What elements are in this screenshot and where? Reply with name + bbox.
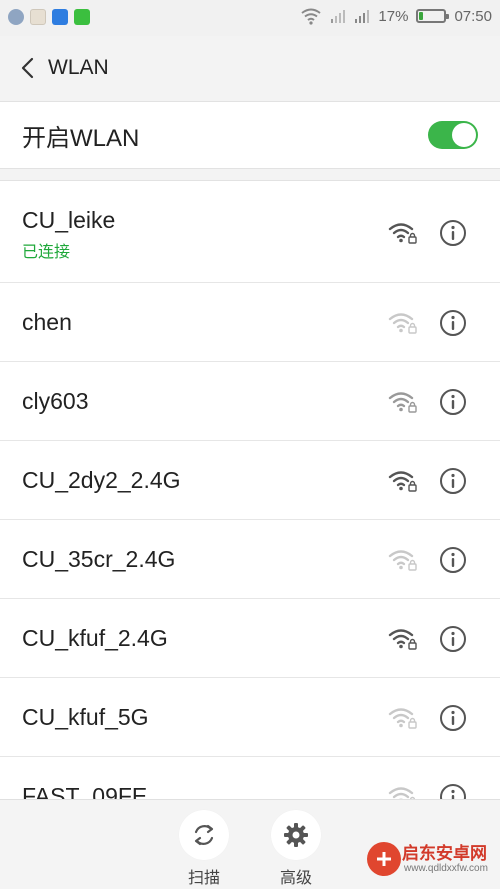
info-icon[interactable] — [439, 546, 467, 574]
network-name: CU_kfuf_5G — [22, 703, 149, 730]
notification-app-icon — [8, 9, 24, 25]
wifi-locked-signal-icon — [388, 786, 416, 800]
network-row[interactable]: CU_kfuf_2.4G — [0, 599, 500, 678]
advanced-button-label: 高级 — [279, 870, 312, 887]
back-button[interactable] — [14, 54, 42, 82]
network-name: CU_leike — [22, 207, 116, 233]
network-name: FAST_09FE — [22, 782, 148, 801]
page-title: WLAN — [48, 56, 109, 79]
title-bar: WLAN — [0, 36, 500, 100]
network-name: CU_2dy2_2.4G — [22, 466, 181, 493]
network-row[interactable]: CU_kfuf_5G — [0, 678, 500, 757]
wechat-icon — [74, 9, 90, 25]
network-status: 已连接 — [22, 244, 71, 261]
wifi-locked-signal-icon — [388, 223, 417, 244]
info-icon[interactable] — [439, 704, 467, 732]
watermark-logo-icon — [367, 842, 401, 876]
notification-icons — [8, 9, 90, 25]
network-list[interactable]: CU_leike 已连接 chen cly603 CU_2dy2_2.4G CU_35cr… — [0, 180, 500, 800]
wlan-toggle-label: 开启WLAN — [22, 124, 140, 152]
watermark-text: 启东安卓网 — [402, 844, 487, 863]
wlan-switch[interactable] — [428, 121, 478, 149]
battery-level-fill — [419, 12, 424, 20]
notification-image-icon — [30, 9, 46, 25]
network-name: chen — [22, 308, 72, 335]
notification-u-icon — [52, 9, 68, 25]
battery-percent: 17% — [378, 7, 409, 25]
wifi-locked-signal-icon — [388, 628, 417, 650]
advanced-button[interactable]: 高级 — [266, 810, 326, 888]
clock: 07:50 — [454, 7, 492, 25]
network-row[interactable]: chen — [0, 283, 500, 362]
gear-icon — [284, 823, 308, 847]
network-row[interactable]: FAST_09FE — [0, 757, 500, 800]
info-icon[interactable] — [439, 388, 467, 416]
watermark-url: www.qdldxxfw.com — [404, 863, 488, 874]
wifi-locked-signal-icon — [388, 391, 417, 413]
battery-icon — [416, 9, 450, 23]
info-icon[interactable] — [439, 783, 467, 801]
network-row[interactable]: CU_35cr_2.4G — [0, 520, 500, 599]
advanced-button-circle — [271, 810, 321, 860]
scan-button[interactable]: 扫描 — [174, 810, 234, 888]
network-row[interactable]: cly603 — [0, 362, 500, 441]
switch-knob — [452, 123, 476, 147]
signal-sim2-icon — [355, 10, 370, 23]
wlan-toggle-row[interactable]: 开启WLAN — [0, 101, 500, 169]
info-icon[interactable] — [439, 219, 467, 247]
scan-button-label: 扫描 — [187, 870, 220, 887]
info-icon[interactable] — [439, 625, 467, 653]
network-row[interactable]: CU_2dy2_2.4G — [0, 441, 500, 520]
scan-button-circle — [179, 810, 229, 860]
wifi-status-icon — [301, 8, 322, 25]
network-name: CU_35cr_2.4G — [22, 545, 176, 572]
network-name: CU_kfuf_2.4G — [22, 624, 168, 651]
wifi-locked-signal-icon — [388, 549, 417, 571]
status-bar: 17% 07:50 — [0, 0, 500, 36]
info-icon[interactable] — [439, 309, 467, 337]
network-name: cly603 — [22, 387, 89, 414]
watermark: 启东安卓网 www.qdldxxfw.com — [362, 831, 500, 889]
signal-sim1-icon — [331, 10, 346, 23]
info-icon[interactable] — [439, 467, 467, 495]
wifi-locked-signal-icon — [388, 470, 417, 492]
refresh-icon — [194, 824, 214, 846]
status-indicators: 17% 07:50 — [300, 7, 492, 25]
wifi-locked-signal-icon — [388, 312, 417, 334]
network-row[interactable]: CU_leike 已连接 — [0, 181, 500, 283]
wifi-locked-signal-icon — [388, 707, 417, 729]
chevron-left-icon — [21, 57, 34, 79]
